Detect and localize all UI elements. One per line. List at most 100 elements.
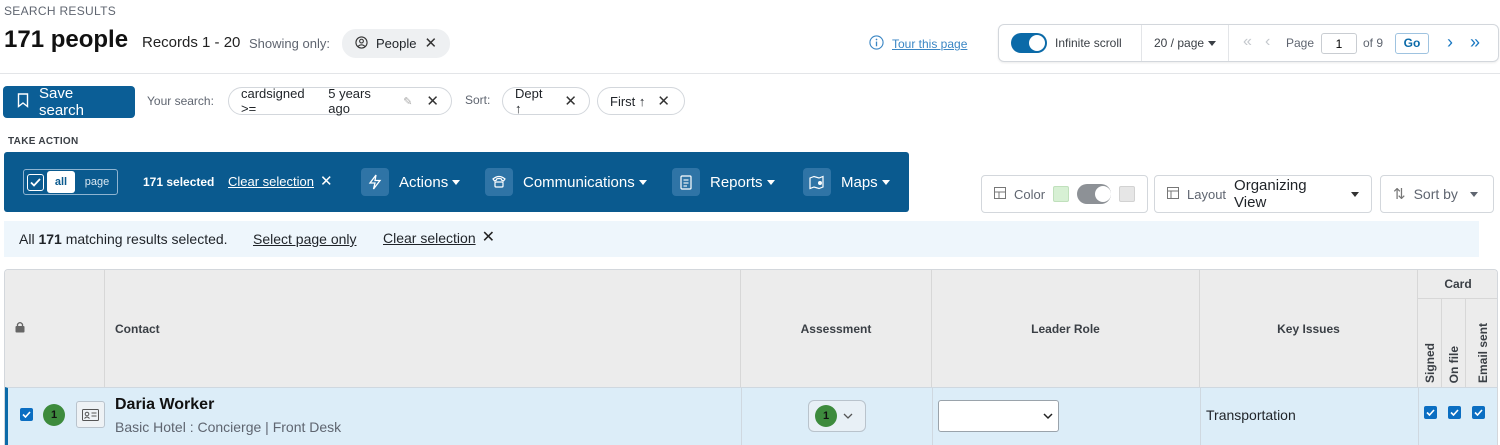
- page-title: 171 people: [4, 26, 129, 53]
- records-range: Records 1 - 20: [142, 34, 241, 51]
- layout-value: Organizing View: [1234, 177, 1307, 211]
- save-search-button[interactable]: Save search: [3, 85, 135, 119]
- close-icon[interactable]: ✕: [482, 230, 495, 246]
- search-criteria-chip[interactable]: cardsigned >= 5 years ago ✎ ✕: [228, 86, 452, 116]
- header-key-issues[interactable]: Key Issues: [1200, 270, 1418, 387]
- close-icon[interactable]: ✕: [424, 36, 437, 51]
- close-icon[interactable]: ✕: [320, 174, 333, 189]
- color-label: Color: [1014, 186, 1046, 202]
- per-page-select[interactable]: 20 / page: [1154, 36, 1217, 50]
- document-icon: [672, 168, 700, 196]
- criteria-field: cardsigned >=: [241, 86, 305, 116]
- pencil-icon[interactable]: ✎: [403, 95, 412, 108]
- lock-icon: [15, 321, 25, 336]
- bookmark-icon: [17, 92, 29, 112]
- row-badge: 1: [43, 404, 65, 426]
- next-page-icon[interactable]: ›: [1447, 32, 1453, 53]
- maps-menu[interactable]: Maps: [803, 152, 890, 212]
- check-icon: [1450, 409, 1459, 416]
- tour-link-label: Tour this page: [892, 37, 968, 51]
- sort-arrows-icon: ⇅: [1393, 186, 1406, 203]
- on-file-checkbox[interactable]: [1448, 406, 1461, 419]
- select-page-only-link[interactable]: Select page only: [253, 231, 357, 247]
- criteria-value[interactable]: 5 years ago: [328, 86, 395, 116]
- color-mode-switch[interactable]: [1076, 184, 1112, 204]
- header-leader-role[interactable]: Leader Role: [932, 270, 1200, 387]
- first-page-icon[interactable]: «: [1243, 33, 1252, 51]
- reports-menu[interactable]: Reports: [672, 152, 775, 212]
- check-icon: [29, 177, 41, 187]
- map-icon: [803, 168, 831, 196]
- check-icon: [1474, 409, 1483, 416]
- check-icon: [1426, 409, 1435, 416]
- layout-label: Layout: [1187, 186, 1227, 202]
- all-option[interactable]: all: [47, 171, 75, 193]
- of-pages: of 9: [1363, 36, 1384, 50]
- chevron-down-icon: [843, 413, 853, 419]
- sort-chip-dept[interactable]: Dept ↑ ✕: [502, 86, 590, 116]
- page-input[interactable]: [1321, 33, 1357, 54]
- prev-page-icon[interactable]: ‹: [1265, 33, 1270, 51]
- go-button[interactable]: Go: [1395, 33, 1429, 54]
- phone-icon: [485, 168, 513, 196]
- caret-down-icon: [1208, 41, 1217, 47]
- header-signed[interactable]: Signed: [1418, 299, 1442, 387]
- last-page-icon[interactable]: »: [1470, 32, 1480, 53]
- banner-clear-selection[interactable]: Clear selection ✕: [383, 230, 495, 247]
- caret-down-icon: [1469, 191, 1478, 197]
- contact-name[interactable]: Daria Worker: [115, 396, 214, 414]
- info-icon: [869, 35, 884, 53]
- sort-chip-first[interactable]: First ↑ ✕: [597, 87, 685, 115]
- layout-select[interactable]: Layout Organizing View: [1154, 175, 1372, 213]
- page-option[interactable]: page: [78, 171, 116, 193]
- tour-link[interactable]: Tour this page: [869, 35, 967, 53]
- pager-panel: Infinite scroll 20 / page « ‹ Page of 9 …: [998, 24, 1499, 62]
- table-row[interactable]: 1 Daria Worker Basic Hotel : Concierge |…: [5, 387, 1497, 445]
- contact-detail: Basic Hotel : Concierge | Front Desk: [115, 419, 342, 435]
- sort-by-button[interactable]: ⇅ Sort by: [1380, 175, 1494, 213]
- select-all-toggle[interactable]: all page: [23, 169, 118, 195]
- infinite-scroll-toggle[interactable]: [1011, 33, 1047, 53]
- check-icon: [22, 411, 31, 418]
- color-toggle-control[interactable]: Color: [981, 175, 1148, 213]
- assessment-badge: 1: [815, 405, 837, 427]
- color-swatch-gray[interactable]: [1119, 186, 1135, 202]
- infinite-scroll-label: Infinite scroll: [1055, 36, 1122, 50]
- matching-count: 171: [38, 231, 62, 247]
- close-icon[interactable]: ✕: [426, 94, 439, 109]
- people-filter-chip[interactable]: People ✕: [342, 29, 451, 58]
- clear-selection-link[interactable]: Clear selection ✕: [228, 174, 333, 189]
- selected-count: 171 selected: [143, 175, 215, 189]
- people-filter-label: People: [376, 36, 417, 51]
- email-sent-checkbox[interactable]: [1472, 406, 1485, 419]
- layout-icon: [1167, 186, 1179, 202]
- sort-chip-label: Dept ↑: [515, 86, 543, 116]
- communications-menu[interactable]: Communications: [485, 152, 647, 212]
- close-icon[interactable]: ✕: [657, 94, 670, 109]
- person-circle-icon: [355, 35, 368, 52]
- header-lock: [5, 270, 105, 387]
- sort-label: Sort:: [465, 93, 491, 107]
- chevron-down-icon: [1043, 413, 1053, 420]
- section-label: SEARCH RESULTS: [4, 4, 117, 18]
- header-assessment[interactable]: Assessment: [741, 270, 932, 387]
- contact-card-icon[interactable]: [76, 401, 105, 428]
- header-email-sent[interactable]: Email sent: [1466, 299, 1497, 387]
- page-label: Page: [1286, 36, 1315, 50]
- sort-chip-label: First ↑: [610, 93, 646, 109]
- header-card-group: Card: [1418, 270, 1497, 299]
- color-swatch-green[interactable]: [1053, 186, 1069, 202]
- signed-checkbox[interactable]: [1424, 406, 1437, 419]
- assessment-select[interactable]: 1: [808, 400, 866, 432]
- header-contact[interactable]: Contact: [105, 270, 741, 387]
- close-icon[interactable]: ✕: [564, 94, 577, 109]
- header-on-file[interactable]: On file: [1442, 299, 1466, 387]
- select-all-checkbox[interactable]: [25, 171, 45, 193]
- results-table: Contact Assessment Leader Role Key Issue…: [4, 269, 1498, 445]
- lightning-icon: [361, 168, 389, 196]
- leader-role-select[interactable]: [938, 400, 1059, 432]
- take-action-toolbar: all page 171 selected Clear selection ✕ …: [4, 152, 909, 212]
- your-search-label: Your search:: [147, 94, 214, 108]
- actions-menu[interactable]: Actions: [361, 152, 461, 212]
- row-checkbox[interactable]: [20, 408, 33, 421]
